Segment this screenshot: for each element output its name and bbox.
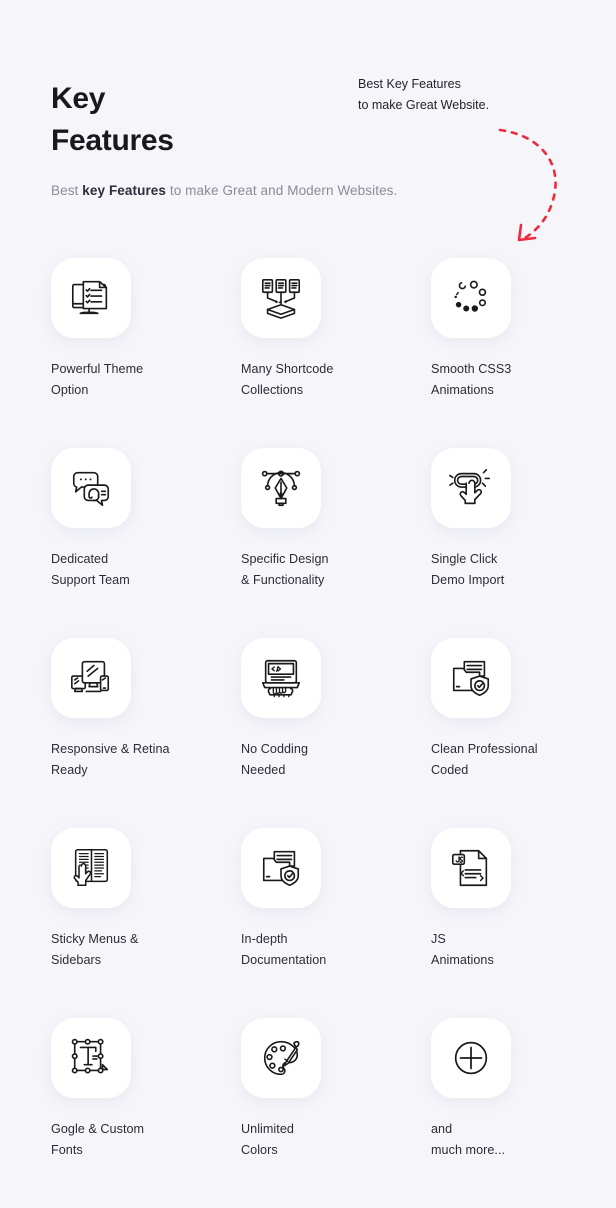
documents-to-box-icon — [241, 258, 321, 338]
color-palette-brush-icon — [241, 1018, 321, 1098]
feature-item-responsive-retina-ready[interactable]: Responsive & Retina Ready — [51, 638, 231, 781]
feature-label: Smooth CSS3 Animations — [431, 362, 512, 397]
feature-item-sticky-menus-sidebars[interactable]: Sticky Menus & Sidebars — [51, 828, 231, 971]
loading-spinner-dots-icon — [431, 258, 511, 338]
feature-label: Powerful Theme Option — [51, 362, 144, 397]
features-row: Sticky Menus & Sidebars In-depth Documen… — [51, 828, 591, 1018]
feature-label: Gogle & Custom Fonts — [51, 1122, 145, 1157]
feature-item-unlimited-colors[interactable]: Unlimited Colors — [241, 1018, 421, 1161]
page-title-line-2: Features — [51, 124, 174, 157]
hand-click-button-icon — [431, 448, 511, 528]
key-features-page: Key Features Best key Features to make G… — [0, 0, 616, 1197]
subtitle-prefix: Best — [51, 183, 83, 198]
plus-circle-icon — [431, 1018, 511, 1098]
subtitle-suffix: to make Great and Modern Websites. — [166, 183, 398, 198]
feature-item-smooth-css3-animations[interactable]: Smooth CSS3 Animations — [431, 258, 611, 401]
feature-label: Single Click Demo Import — [431, 552, 505, 587]
subtitle-emphasis: key Features — [82, 183, 167, 198]
documentation-folder-shield-icon — [241, 828, 321, 908]
features-row: Gogle & Custom Fonts Unlimited Colors an… — [51, 1018, 591, 1208]
js-file-icon — [431, 828, 511, 908]
text-transform-fonts-icon — [51, 1018, 131, 1098]
feature-item-many-shortcode-collections[interactable]: Many Shortcode Collections — [241, 258, 421, 401]
feature-item-js-animations[interactable]: JS Animations — [431, 828, 611, 971]
feature-item-clean-professional-coded[interactable]: Clean Professional Coded — [431, 638, 611, 781]
feature-item-dedicated-support-team[interactable]: Dedicated Support Team — [51, 448, 231, 591]
feature-label: Specific Design & Functionality — [241, 552, 329, 587]
feature-label: Responsive & Retina Ready — [51, 742, 170, 777]
feature-item-specific-design-functionality[interactable]: Specific Design & Functionality — [241, 448, 421, 591]
feature-item-and-much-more[interactable]: and much more... — [431, 1018, 611, 1161]
pen-tool-bezier-icon — [241, 448, 321, 528]
annotation-arrow — [495, 118, 575, 248]
page-subtitle: Best key Features to make Great and Mode… — [51, 183, 397, 198]
annotation-line-2: to make Great Website. — [358, 98, 490, 112]
feature-label: Many Shortcode Collections — [241, 362, 334, 397]
features-row: Powerful Theme Option Many Shortcode Col… — [51, 258, 591, 448]
feature-label: In-depth Documentation — [241, 932, 327, 967]
sticky-menus-sidebars-icon — [51, 828, 131, 908]
responsive-devices-icon — [51, 638, 131, 718]
features-row: Dedicated Support Team Specific Design &… — [51, 448, 591, 638]
features-row: Responsive & Retina Ready No Codding Nee… — [51, 638, 591, 828]
feature-label: Sticky Menus & Sidebars — [51, 932, 139, 967]
feature-label: Clean Professional Coded — [431, 742, 538, 777]
feature-item-gogle-custom-fonts[interactable]: Gogle & Custom Fonts — [51, 1018, 231, 1161]
feature-item-no-codding-needed[interactable]: No Codding Needed — [241, 638, 421, 781]
monitor-checklist-icon — [51, 258, 131, 338]
folder-shield-check-icon — [431, 638, 511, 718]
annotation-line-1: Best Key Features — [358, 77, 461, 91]
features-grid: Powerful Theme Option Many Shortcode Col… — [51, 258, 591, 1208]
chat-headset-support-icon — [51, 448, 131, 528]
feature-label: Unlimited Colors — [241, 1122, 294, 1157]
feature-item-in-depth-documentation[interactable]: In-depth Documentation — [241, 828, 421, 971]
feature-label: Dedicated Support Team — [51, 552, 130, 587]
annotation-callout: Best Key Features to make Great Website. — [358, 74, 489, 116]
laptop-code-hands-icon — [241, 638, 321, 718]
feature-label: No Codding Needed — [241, 742, 309, 777]
feature-item-powerful-theme-option[interactable]: Powerful Theme Option — [51, 258, 231, 401]
page-title: Key Features — [51, 78, 351, 162]
feature-item-single-click-demo-import[interactable]: Single Click Demo Import — [431, 448, 611, 591]
page-title-line-1: Key — [51, 82, 106, 115]
feature-label: JS Animations — [431, 932, 494, 967]
feature-label: and much more... — [431, 1122, 506, 1157]
